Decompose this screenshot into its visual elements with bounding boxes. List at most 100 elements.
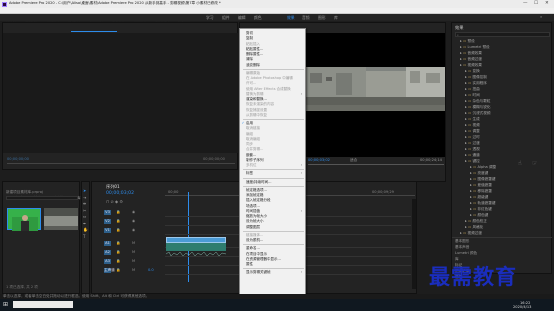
source-scrub-bar[interactable]	[7, 163, 235, 164]
track-mute-button[interactable]: M	[132, 259, 135, 264]
panel-list-item[interactable]: 基本图形	[455, 239, 469, 244]
menu-item[interactable]: 设为帧大小	[246, 219, 264, 224]
track-lock-icon[interactable]: 🔒	[116, 268, 120, 273]
effects-tree-item[interactable]: ▸ ▭ 音频过渡	[460, 57, 482, 62]
menu-item[interactable]: 设为脱机...	[246, 238, 263, 243]
close-button[interactable]: ✕	[545, 1, 549, 6]
panel-list-item[interactable]: Lumetri 颜色	[455, 251, 477, 256]
effects-tree-item[interactable]: ▸ ▭ 沉浸式视频	[465, 111, 490, 116]
menu-item[interactable]: 速度/持续时间...	[246, 180, 272, 185]
track-visibility-icon[interactable]: ◉	[132, 210, 135, 215]
track-target-toggle[interactable]: V1	[104, 227, 111, 233]
menu-item[interactable]: 帧定格选项...	[246, 188, 267, 193]
windows-start-icon[interactable]: ⊞	[3, 301, 8, 308]
menu-item[interactable]: 重命名...	[246, 246, 260, 251]
workspace-tab-assembly[interactable]: 组件	[222, 15, 230, 21]
track-target-toggle[interactable]: V2	[104, 218, 111, 224]
menu-item[interactable]: 在项目中显示	[246, 252, 267, 257]
track-lock-icon[interactable]: 🔒	[116, 219, 120, 224]
effects-search-input[interactable]: ⌕	[455, 32, 550, 37]
menu-item[interactable]: 波纹删除	[246, 63, 260, 68]
program-fit-dropdown[interactable]: 适合	[350, 158, 357, 163]
workspace-tab-audio[interactable]: 音频	[302, 15, 310, 21]
project-search-input[interactable]	[6, 196, 78, 200]
track-visibility-icon[interactable]: ◉	[132, 219, 135, 224]
program-scrub-bar[interactable]	[308, 164, 444, 165]
track-target-toggle[interactable]: V3	[104, 209, 111, 215]
menu-item[interactable]: 时间插值	[246, 209, 260, 214]
track-target-toggle[interactable]: A1	[104, 240, 111, 246]
track-lock-icon[interactable]: 🔒	[116, 250, 120, 255]
track-mute-button[interactable]: M	[132, 250, 135, 255]
effects-tree-item[interactable]: ▸ ▭ 视频过渡	[460, 231, 482, 236]
effects-tree-item[interactable]: ▸ ▭ 颜色键	[470, 213, 488, 218]
timeline-timecode[interactable]: 00;00;03;02	[106, 191, 134, 196]
effects-tree-item[interactable]: ▸ ▭ 杂色与颗粒	[465, 99, 490, 104]
effects-tree-item[interactable]: ▸ ▭ 生成	[465, 117, 480, 122]
workspace-tab-learn[interactable]: 学习	[206, 15, 214, 21]
effects-tree-item[interactable]: ▸ ▭ 轨道遮罩键	[470, 201, 495, 206]
menu-item[interactable]: 显示剪辑关键帧	[246, 270, 271, 275]
effects-tree-item[interactable]: ▸ ▭ 视频	[465, 123, 480, 128]
menu-item[interactable]: 插入帧定格分段	[246, 198, 271, 203]
minimize-button[interactable]: —	[523, 1, 528, 6]
linked-selection-icon[interactable]: ⊘	[110, 199, 113, 204]
menu-item[interactable]: 调整图层	[246, 225, 260, 230]
workspace-more-icon[interactable]: »	[540, 14, 542, 19]
effects-tree-item[interactable]: ▸ ▭ 音频效果	[460, 51, 482, 56]
workspace-tab-libraries[interactable]: 库	[334, 15, 338, 21]
menu-item[interactable]: 场选项...	[246, 204, 260, 209]
effects-tree-item[interactable]: ▸ ▭ Alpha 调整	[470, 165, 496, 170]
effects-tree-item[interactable]: ▸ ▭ 图像控制	[465, 75, 487, 80]
snap-icon[interactable]: ⊓	[106, 199, 109, 204]
track-lock-icon[interactable]: 🔒	[116, 259, 120, 264]
menu-item[interactable]: 制作子序列	[246, 158, 264, 163]
effects-tree-item[interactable]: ▸ ▭ 亮度键	[470, 171, 488, 176]
effects-tree-item[interactable]: ▸ ▭ 视频效果	[460, 63, 482, 68]
workspace-tab-effects[interactable]: 效果	[287, 15, 295, 21]
panel-list-item[interactable]: 基本声音	[455, 245, 469, 250]
track-mute-button[interactable]: M	[132, 268, 135, 273]
effects-tree-item[interactable]: ▸ ▭ 过渡	[465, 141, 480, 146]
menu-item[interactable]: 粘贴属性...	[246, 47, 263, 52]
type-tool-icon[interactable]: T	[83, 234, 88, 241]
effects-tree-item[interactable]: ▸ ▭ 模糊与锐化	[465, 105, 490, 110]
effects-tree-item[interactable]: ▸ ▭ 差值遮罩	[470, 183, 492, 188]
workspace-tab-editing[interactable]: 编辑	[238, 15, 246, 21]
project-item-greenscreen-thumbnail[interactable]	[7, 208, 41, 231]
menu-item[interactable]: 嵌套...	[246, 153, 256, 158]
effects-tree-item[interactable]: ▸ ▭ 风格化	[465, 225, 483, 230]
menu-item[interactable]: 复制	[246, 36, 253, 41]
hand-tool-icon[interactable]: ✋	[83, 227, 88, 234]
effects-tree-item[interactable]: ▸ ▭ 通道	[465, 153, 480, 158]
track-lock-icon[interactable]: 🔒	[116, 241, 120, 246]
add-marker-icon[interactable]: ◆	[115, 199, 118, 204]
track-mute-button[interactable]: M	[132, 241, 135, 246]
effects-tree-item[interactable]: ▸ ▭ 透视	[465, 147, 480, 152]
effects-tree-item[interactable]: ▸ ▭ 颜色校正	[465, 219, 487, 224]
effects-tree-item[interactable]: ▸ ▭ Lumetri 预设	[460, 45, 490, 50]
track-lock-icon[interactable]: 🔒	[116, 228, 120, 233]
menu-item[interactable]: 清除	[246, 57, 253, 62]
effects-tree-item[interactable]: ▸ ▭ 变换	[465, 69, 480, 74]
effects-tree-item[interactable]: ▸ ▭ 过时	[465, 135, 480, 140]
menu-item[interactable]: 属性	[246, 262, 253, 267]
effects-tree-item[interactable]: ▸ ▭ 键控	[465, 159, 480, 164]
effects-tree-item[interactable]: ▸ ▭ 调整	[465, 129, 480, 134]
effects-tree-item[interactable]: ▸ ▭ 图像遮罩键	[470, 177, 495, 182]
menu-item[interactable]: 在资源管理器中显示...	[246, 257, 281, 262]
effects-tree-item[interactable]: ▸ ▭ 时间	[465, 93, 480, 98]
track-target-toggle[interactable]: A3	[104, 258, 111, 264]
wrench-icon[interactable]: ⚙	[119, 199, 123, 204]
workspace-tab-color[interactable]: 颜色	[254, 15, 262, 21]
sequence-tab[interactable]: 序列01	[106, 184, 120, 189]
maximize-button[interactable]: ☐	[534, 1, 538, 6]
workspace-tab-graphics[interactable]: 图形	[318, 15, 326, 21]
master-volume-value[interactable]: 0.0	[148, 268, 154, 273]
project-item-video-thumbnail[interactable]	[44, 208, 78, 230]
effects-tree-item[interactable]: ▸ ▭ 实用程序	[465, 81, 487, 86]
track-visibility-icon[interactable]: ◉	[132, 228, 135, 233]
effects-tree-item[interactable]: ▸ ▭ 移除遮罩	[470, 189, 492, 194]
effects-tree-item[interactable]: ▸ ▭ 扭曲	[465, 87, 480, 92]
taskbar-search-input[interactable]	[13, 301, 73, 308]
